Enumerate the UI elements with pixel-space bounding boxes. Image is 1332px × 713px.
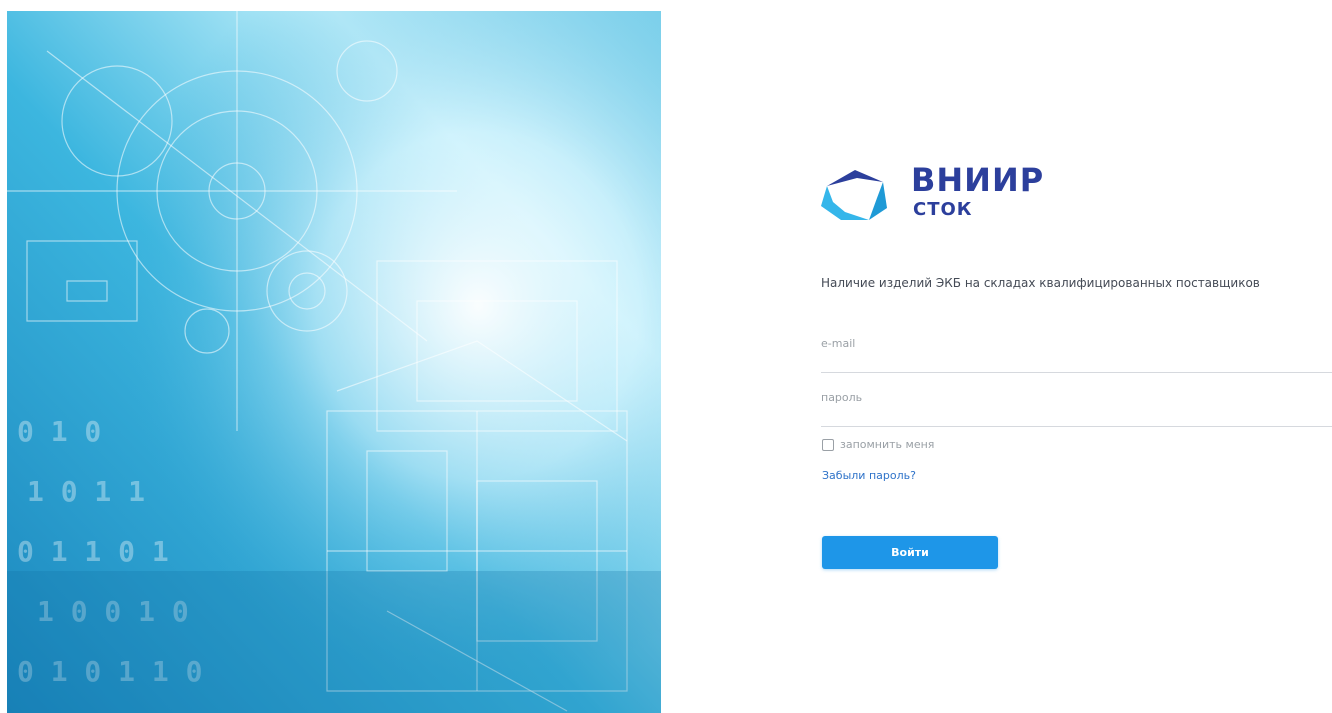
forgot-password-link[interactable]: Забыли пароль? bbox=[822, 469, 916, 482]
brand-title: ВНИИР bbox=[911, 161, 1045, 199]
hero-image: 0 1 0 1 0 1 1 0 1 1 0 1 1 0 0 1 0 0 1 0 … bbox=[7, 11, 661, 713]
email-input[interactable] bbox=[821, 337, 1332, 350]
blueprint-illustration: 0 1 0 1 0 1 1 0 1 1 0 1 1 0 0 1 0 0 1 0 … bbox=[7, 11, 661, 713]
login-button[interactable]: Войти bbox=[822, 536, 998, 569]
password-input[interactable] bbox=[821, 391, 1332, 404]
remember-checkbox[interactable] bbox=[822, 438, 834, 451]
brand-logo: ВНИИР СТОК bbox=[817, 162, 1057, 232]
email-field bbox=[821, 332, 1332, 373]
brand-subtitle: СТОК bbox=[913, 199, 973, 220]
svg-text:0 1 0: 0 1 0 bbox=[17, 415, 101, 448]
remember-label: запомнить меня bbox=[840, 438, 935, 451]
svg-text:0 1 1 0 1: 0 1 1 0 1 bbox=[17, 535, 169, 568]
page-tagline: Наличие изделий ЭКБ на складах квалифици… bbox=[821, 276, 1260, 290]
vniir-logo-icon bbox=[817, 164, 891, 224]
svg-text:1 0 1 1: 1 0 1 1 bbox=[27, 475, 145, 508]
remember-me[interactable]: запомнить меня bbox=[822, 438, 934, 451]
login-page: 0 1 0 1 0 1 1 0 1 1 0 1 1 0 0 1 0 0 1 0 … bbox=[0, 0, 1332, 713]
password-field bbox=[821, 386, 1332, 427]
